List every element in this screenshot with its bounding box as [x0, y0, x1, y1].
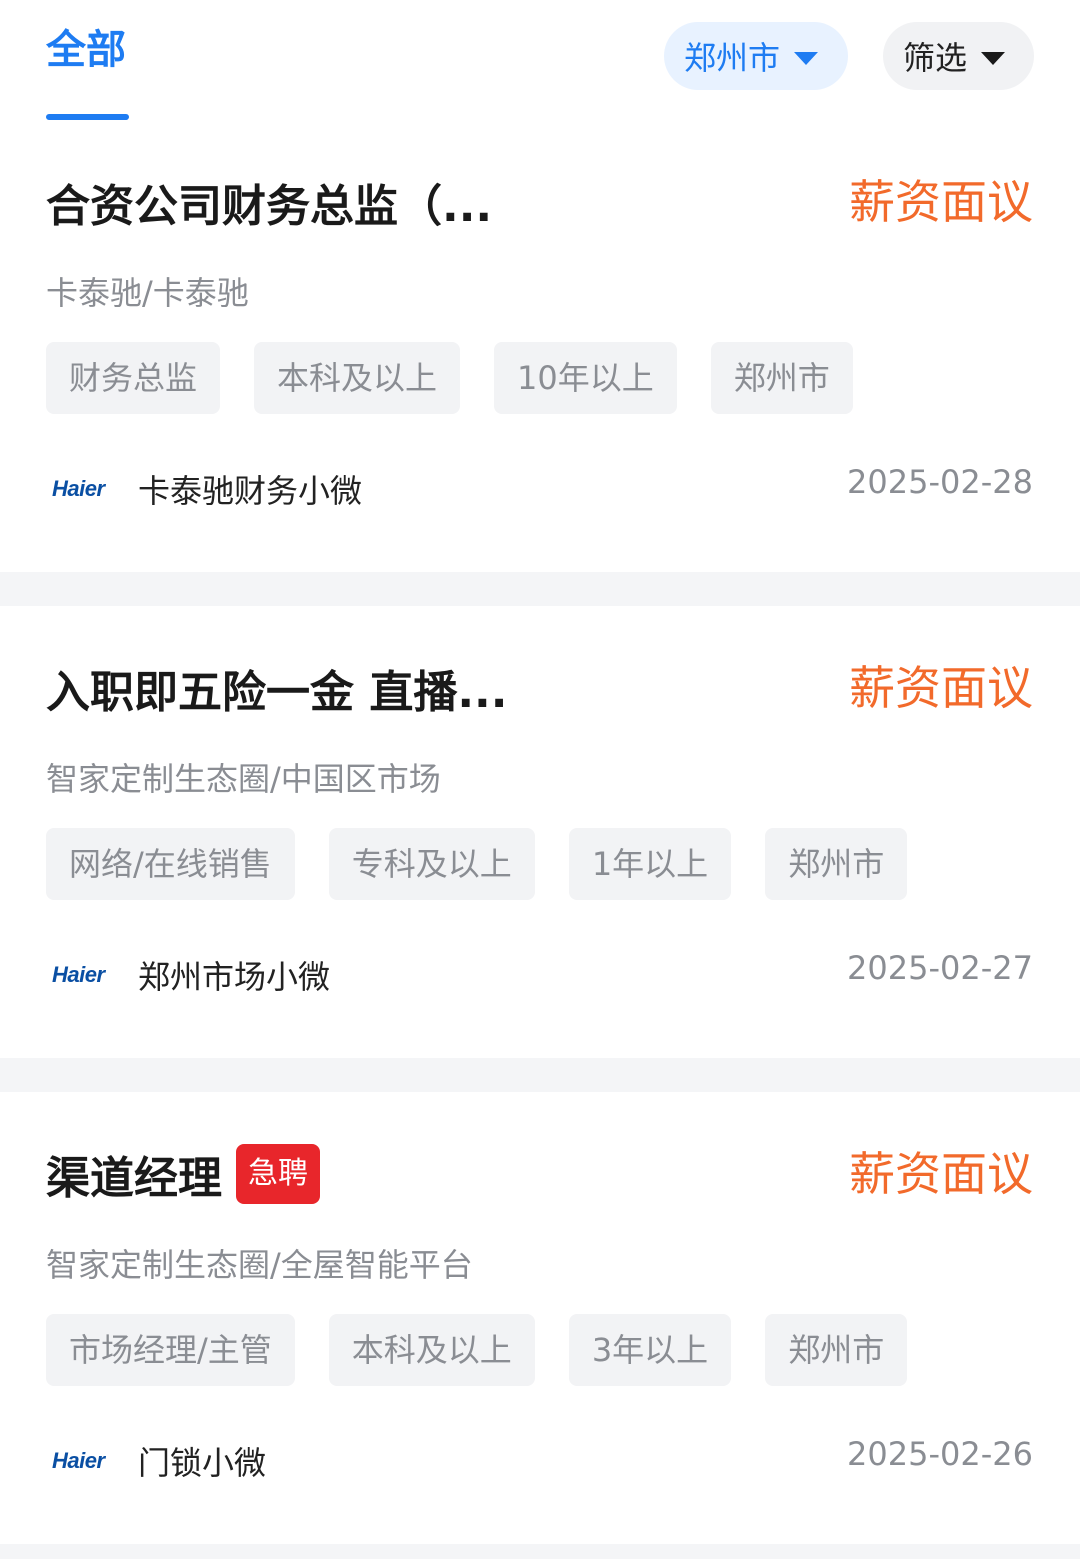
job-tag: 郑州市: [765, 1314, 908, 1386]
post-date: 2025-02-26: [847, 1435, 1033, 1473]
department-label: 智家定制生态圈/全屋智能平台: [46, 1246, 473, 1284]
job-title-row: 入职即五险一金 直播...: [46, 656, 507, 720]
company-name: 卡泰驰财务小微: [138, 472, 363, 510]
company-logo: Haier: [52, 1448, 105, 1473]
salary-label: 薪资面议: [849, 175, 1033, 229]
company-row: Haier 郑州市场小微: [52, 946, 330, 1004]
filter-label: 筛选: [903, 39, 968, 77]
company-row: Haier 门锁小微: [52, 1432, 266, 1490]
job-tag: 网络/在线销售: [46, 828, 295, 900]
job-tag: 市场经理/主管: [46, 1314, 295, 1386]
urgent-badge: 急聘: [236, 1144, 320, 1204]
job-tags: 财务总监 本科及以上 10年以上 郑州市: [46, 342, 887, 414]
department-label: 智家定制生态圈/中国区市场: [46, 760, 441, 798]
company-logo: Haier: [52, 476, 105, 501]
job-title: 合资公司财务总监（...: [46, 181, 493, 232]
job-tag: 本科及以上: [328, 1314, 535, 1386]
salary-label: 薪资面议: [849, 1147, 1033, 1201]
filter-dropdown[interactable]: 筛选: [883, 22, 1034, 90]
job-title: 入职即五险一金 直播...: [46, 667, 508, 718]
job-tag: 专科及以上: [328, 828, 535, 900]
job-tag: 郑州市: [765, 828, 908, 900]
company-name: 门锁小微: [138, 1444, 267, 1482]
job-title-row: 合资公司财务总监（...: [46, 170, 492, 234]
job-tag: 3年以上: [568, 1314, 732, 1386]
job-title: 渠道经理: [46, 1153, 222, 1204]
caret-down-icon: [981, 51, 1006, 65]
job-tags: 市场经理/主管 本科及以上 3年以上 郑州市: [46, 1314, 941, 1386]
job-tag: 1年以上: [568, 828, 732, 900]
company-logo: Haier: [52, 962, 105, 987]
job-card[interactable]: 合资公司财务总监（... 薪资面议 卡泰驰/卡泰驰 财务总监 本科及以上 10年…: [0, 120, 1080, 572]
job-card[interactable]: 渠道经理 急聘 薪资面议 智家定制生态圈/全屋智能平台 市场经理/主管 本科及以…: [0, 1092, 1080, 1544]
post-date: 2025-02-27: [847, 949, 1033, 987]
job-tag: 郑州市: [710, 342, 853, 414]
city-filter-dropdown[interactable]: 郑州市: [664, 22, 848, 90]
company-name: 郑州市场小微: [138, 958, 331, 996]
job-card[interactable]: 入职即五险一金 直播... 薪资面议 智家定制生态圈/中国区市场 网络/在线销售…: [0, 606, 1080, 1058]
job-tag: 财务总监: [46, 342, 221, 414]
caret-down-icon: [794, 51, 819, 65]
post-date: 2025-02-28: [847, 463, 1033, 501]
tab-all[interactable]: 全部: [46, 24, 126, 76]
top-filter-bar: 全部 郑州市 筛选: [0, 0, 1080, 120]
company-row: Haier 卡泰驰财务小微: [52, 460, 362, 518]
job-tags: 网络/在线销售 专科及以上 1年以上 郑州市: [46, 828, 941, 900]
city-filter-label: 郑州市: [684, 39, 781, 77]
job-tag: 本科及以上: [254, 342, 461, 414]
department-label: 卡泰驰/卡泰驰: [46, 274, 249, 312]
job-tag: 10年以上: [494, 342, 677, 414]
job-title-row: 渠道经理 急聘: [46, 1142, 320, 1206]
salary-label: 薪资面议: [849, 661, 1033, 715]
